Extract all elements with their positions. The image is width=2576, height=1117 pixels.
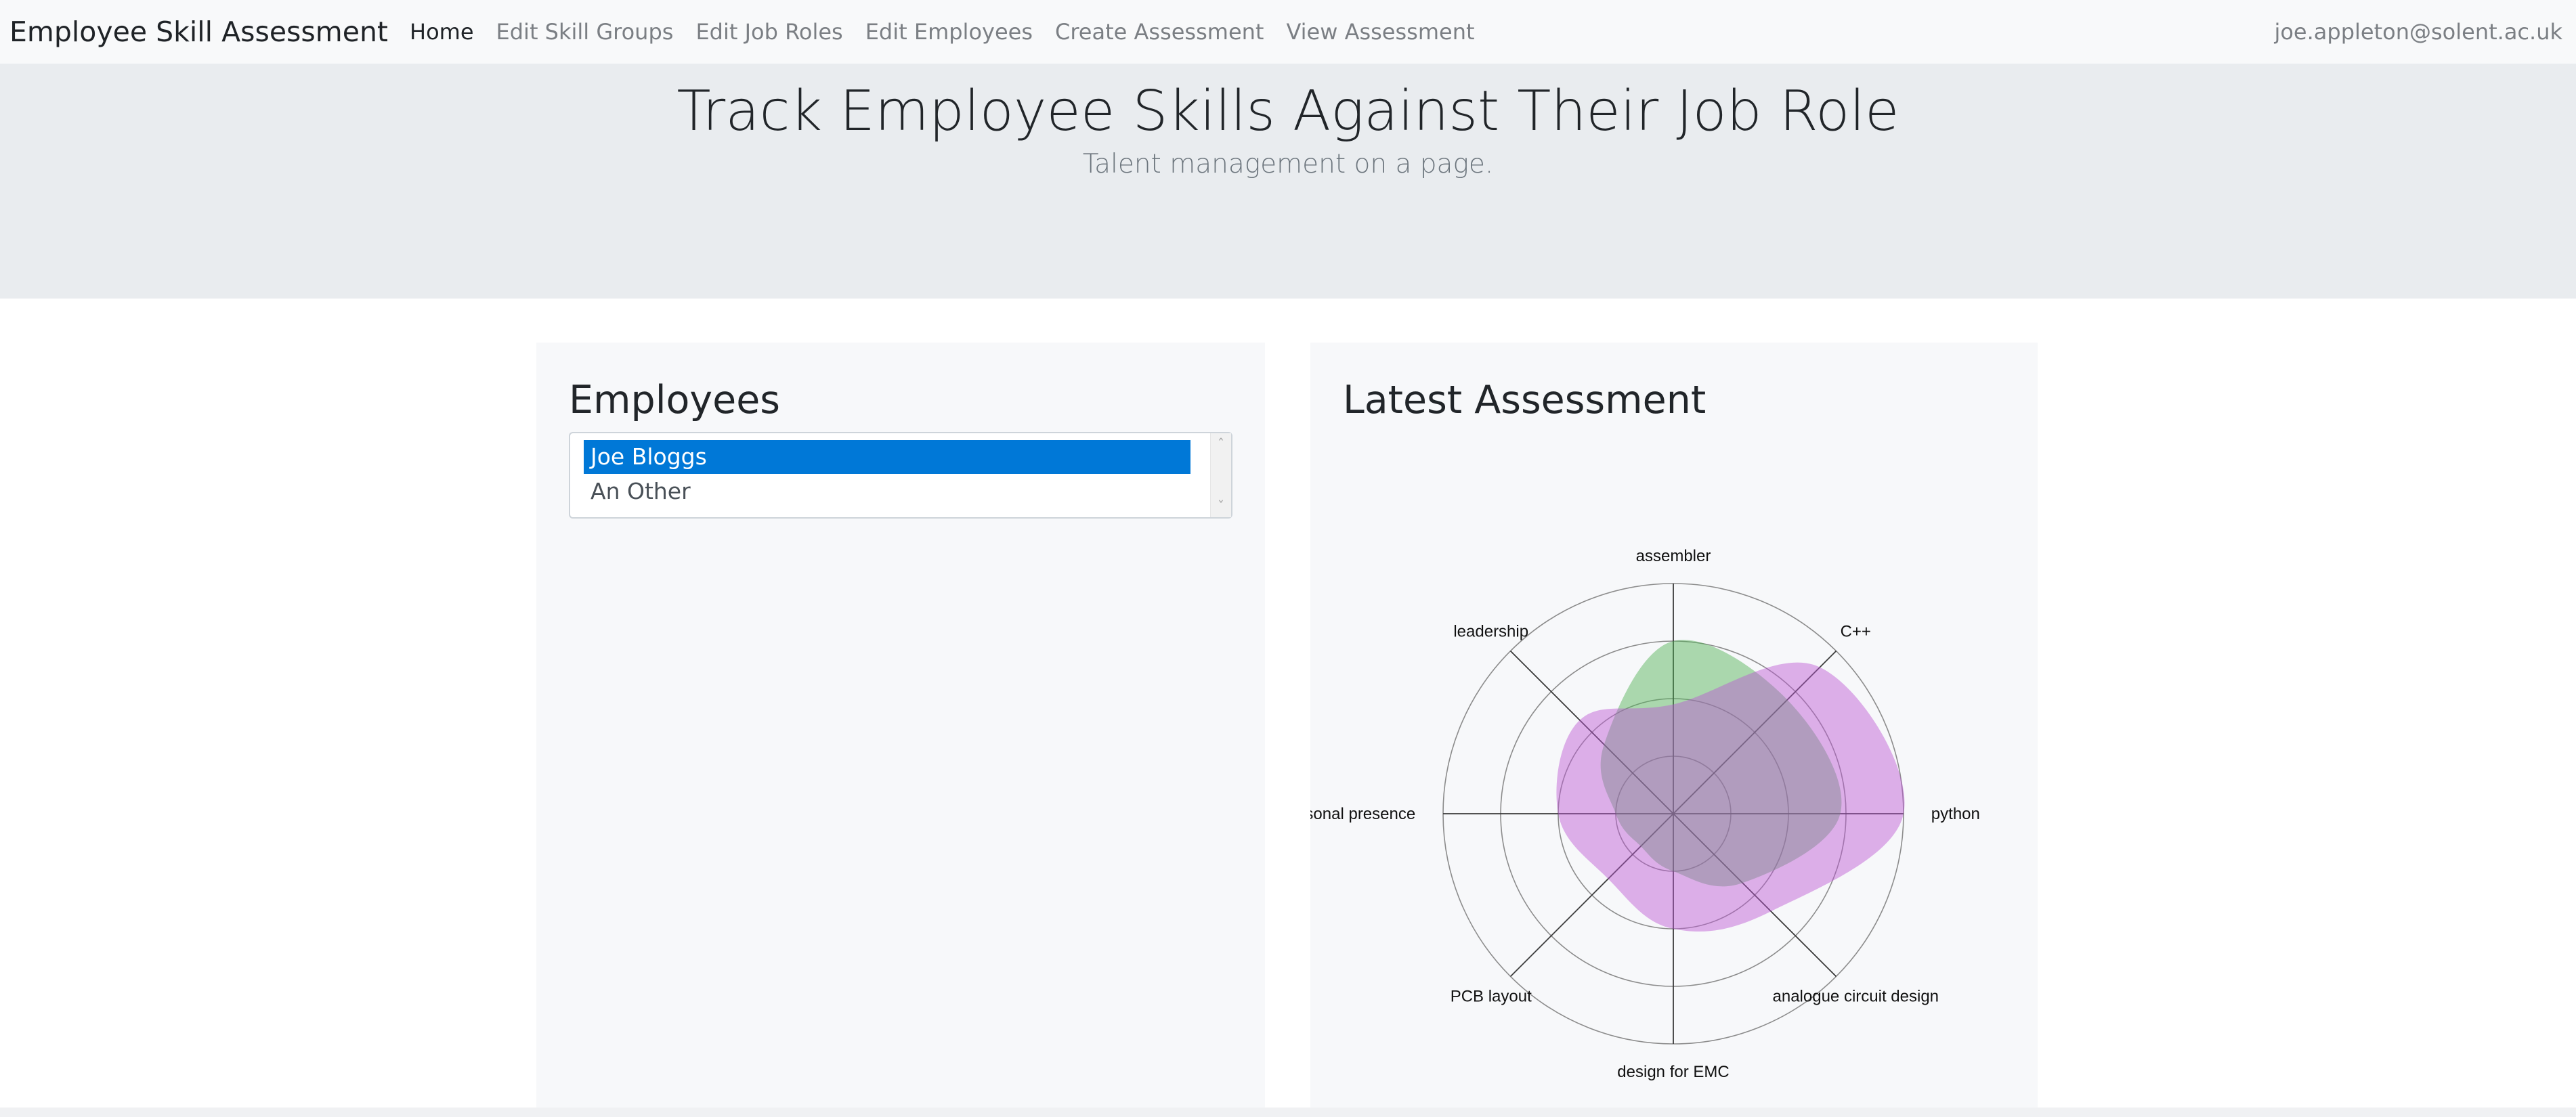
user-email[interactable]: joe.appleton@solent.ac.uk [2274,19,2567,45]
scroll-down-icon[interactable]: ˇ [1211,497,1231,516]
scroll-up-icon[interactable]: ˆ [1211,435,1231,454]
nav-edit-job-roles[interactable]: Edit Job Roles [695,19,842,45]
assessment-panel: Latest Assessment assembler C++ python anal… [1310,343,2038,1108]
navbar: Employee Skill Assessment Home Edit Skil… [0,0,2576,64]
radar-axis-label-0: assembler [1636,547,1711,565]
radar-series-1 [1556,662,1905,932]
employee-option-joe-bloggs[interactable]: Joe Bloggs [584,440,1190,474]
brand[interactable]: Employee Skill Assessment [9,16,388,48]
radar-axis-label-2: python [1931,805,1980,823]
nav-links: Home Edit Skill Groups Edit Job Roles Ed… [410,19,1497,45]
footer-strip [0,1108,2576,1117]
radar-axis-label-6: personal presence [1310,805,1415,823]
page-lead: Talent management on a page. [1082,149,1494,180]
employee-option-an-other[interactable]: An Other [584,475,1190,508]
nav-edit-employees[interactable]: Edit Employees [865,19,1033,45]
radar-axis-label-4: design for EMC [1617,1063,1729,1081]
listbox-scrollbar[interactable]: ˆ ˇ [1210,433,1231,517]
employees-heading: Employees [569,378,780,422]
nav-edit-skill-groups[interactable]: Edit Skill Groups [496,19,674,45]
radar-axis-label-5: PCB layout [1451,987,1532,1005]
radar-axis-label-7: leadership [1453,623,1528,641]
radar-axis-label-3: analogue circuit design [1773,987,1939,1005]
nav-create-assessment[interactable]: Create Assessment [1055,19,1264,45]
radar-chart: assembler C++ python analogue circuit desig… [1310,547,1980,1081]
nav-view-assessment[interactable]: View Assessment [1286,19,1474,45]
employee-listbox[interactable]: Joe Bloggs An Other ˆ ˇ [569,432,1232,519]
radar-axis-label-1: C++ [1841,623,1871,641]
jumbotron: Track Employee Skills Against Their Job … [0,64,2576,299]
employees-panel: Employees Joe Bloggs An Other ˆ ˇ [536,343,1265,1108]
page-title: Track Employee Skills Against Their Job … [677,79,1899,144]
nav-home[interactable]: Home [410,19,474,45]
